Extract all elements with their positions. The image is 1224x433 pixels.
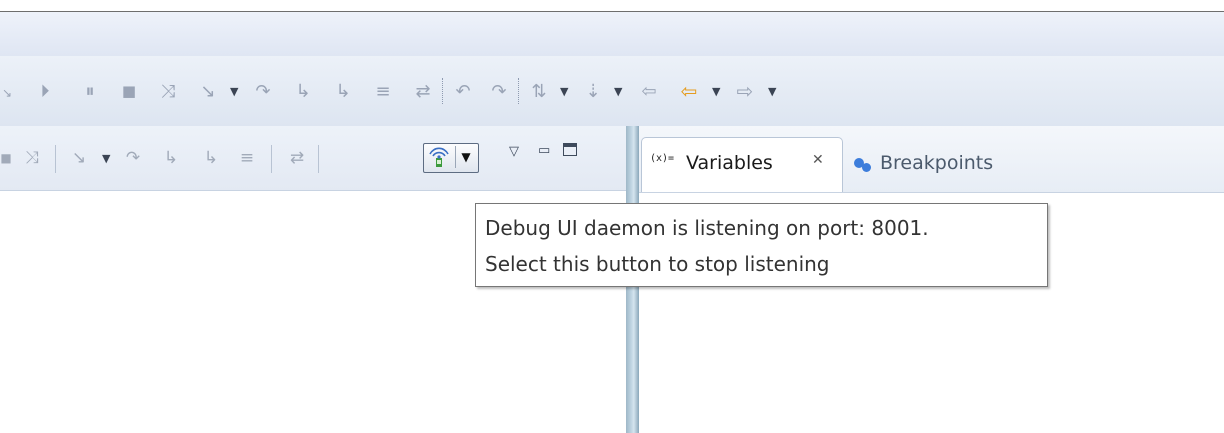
variables-icon: (x)= bbox=[650, 153, 675, 164]
debug-view-toolbar bbox=[0, 126, 627, 191]
window-top-edge bbox=[0, 0, 1224, 12]
open-type-button[interactable]: ⇅ bbox=[526, 80, 552, 102]
step-return-button[interactable]: ↳ bbox=[158, 147, 184, 169]
drop-to-frame-button[interactable]: ≡ bbox=[234, 147, 260, 169]
tab-breakpoints[interactable]: Breakpoints bbox=[880, 152, 993, 174]
next-annotation-button[interactable]: ⇣ bbox=[580, 80, 606, 102]
forward-dropdown-arrow[interactable]: ▼ bbox=[768, 80, 776, 102]
toolbar-separator bbox=[442, 78, 443, 104]
breakpoints-icon-dot bbox=[862, 163, 871, 172]
minimize-button[interactable]: ▭ bbox=[538, 143, 550, 158]
debug-daemon-dropdown-arrow[interactable]: ▼ bbox=[455, 146, 476, 168]
step-over-button[interactable]: ↷ bbox=[250, 80, 276, 102]
toolbar-separator bbox=[55, 145, 56, 173]
close-icon[interactable]: ✕ bbox=[812, 152, 824, 168]
step-into-button[interactable]: ↘ bbox=[66, 147, 92, 169]
suspend-button[interactable]: ⏸ bbox=[78, 80, 102, 102]
main-toolbar bbox=[0, 56, 1224, 127]
step-into-dropdown-arrow[interactable]: ▼ bbox=[102, 147, 110, 169]
run-to-line-button[interactable]: ↳ bbox=[330, 80, 356, 102]
use-step-filters-button[interactable]: ⇄ bbox=[284, 147, 310, 169]
drop-to-frame-button[interactable]: ≡ bbox=[370, 80, 396, 102]
tooltip-line-1: Debug UI daemon is listening on port: 80… bbox=[485, 216, 929, 240]
redo-button[interactable]: ↷ bbox=[486, 80, 512, 102]
view-menu-button[interactable]: ▽ bbox=[509, 144, 519, 159]
toolbar-separator bbox=[318, 145, 319, 173]
step-into-button[interactable]: ↘ bbox=[195, 80, 221, 102]
toolbar-separator bbox=[271, 145, 272, 173]
step-into-dropdown-arrow[interactable]: ▼ bbox=[230, 80, 238, 102]
step-return-button[interactable]: ↳ bbox=[290, 80, 316, 102]
antenna-icon bbox=[429, 147, 449, 167]
remove-terminated-button[interactable]: ■ bbox=[0, 147, 12, 169]
maximize-icon-bar bbox=[563, 143, 577, 147]
tab-variables-label: Variables bbox=[686, 152, 773, 174]
title-bar bbox=[0, 12, 1224, 56]
use-step-filters-button[interactable]: ⇄ bbox=[410, 80, 436, 102]
last-edit-location-button[interactable]: ⇦ bbox=[636, 80, 662, 102]
back-dropdown-arrow[interactable]: ▼ bbox=[712, 80, 720, 102]
open-type-dropdown-arrow[interactable]: ▼ bbox=[560, 80, 568, 102]
disconnect-button[interactable]: ⤨ bbox=[155, 80, 181, 102]
run-to-line-button[interactable]: ↳ bbox=[198, 147, 224, 169]
terminate-button[interactable]: ■ bbox=[117, 80, 141, 102]
step-over-button[interactable]: ↷ bbox=[120, 147, 146, 169]
toolbar-separator bbox=[518, 78, 519, 104]
forward-button[interactable]: ⇨ bbox=[732, 79, 758, 103]
tooltip-line-2: Select this button to stop listening bbox=[485, 252, 830, 276]
next-annotation-dropdown-arrow[interactable]: ▼ bbox=[614, 80, 622, 102]
back-button[interactable]: ⇦ bbox=[676, 79, 702, 103]
resume-button[interactable]: ⏵ bbox=[30, 80, 60, 102]
disconnect-button[interactable]: ⤨ bbox=[20, 147, 44, 169]
undo-button[interactable]: ↶ bbox=[450, 80, 476, 102]
partial-icon: ↘ bbox=[2, 86, 13, 100]
